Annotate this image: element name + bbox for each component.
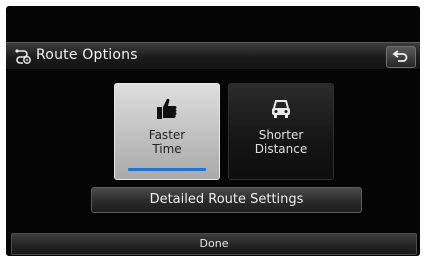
navigation-display: Route Options Faster Time Shorter Distan… (6, 6, 420, 256)
back-button[interactable] (386, 46, 416, 68)
shorter-distance-option[interactable]: Shorter Distance (228, 83, 334, 180)
detailed-route-settings-button[interactable]: Detailed Route Settings (91, 187, 362, 213)
screenshot-frame: Route Options Faster Time Shorter Distan… (0, 0, 427, 261)
selected-indicator (128, 168, 206, 171)
shorter-distance-label: Shorter Distance (254, 128, 308, 156)
faster-time-option[interactable]: Faster Time (114, 83, 220, 180)
title-bar: Route Options (6, 42, 420, 70)
page-title: Route Options (36, 47, 138, 63)
car-icon (272, 100, 290, 118)
faster-time-label: Faster Time (148, 128, 186, 156)
done-button[interactable]: Done (11, 233, 417, 255)
route-options-icon (15, 49, 31, 64)
back-arrow-icon (392, 50, 408, 62)
thumbs-up-icon (157, 98, 177, 119)
